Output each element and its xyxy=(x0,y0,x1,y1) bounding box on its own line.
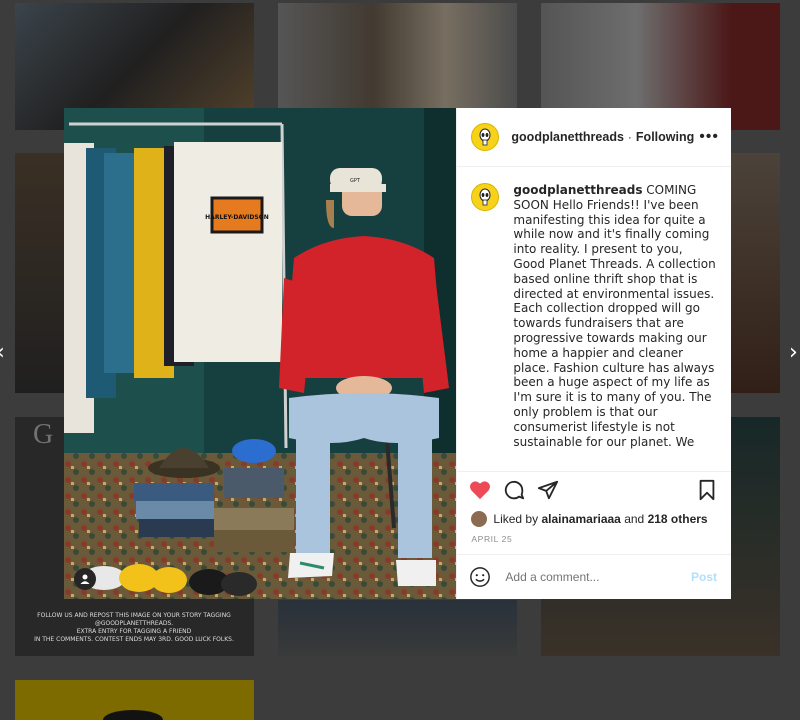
post-date[interactable]: APRIL 25 xyxy=(457,530,731,554)
like-heart-icon[interactable] xyxy=(469,480,491,500)
comment-input[interactable] xyxy=(503,569,691,585)
liked-by-user[interactable]: alainamariaaa xyxy=(541,512,620,526)
avatar[interactable] xyxy=(471,123,500,151)
liked-by-prefix: Liked by xyxy=(493,512,539,526)
likes-summary: Liked by alainamariaaa and 218 others xyxy=(457,508,731,530)
share-icon[interactable] xyxy=(537,479,559,501)
caption-section: goodplanetthreads COMING SOON Hello Frie… xyxy=(457,167,731,471)
emoji-icon[interactable] xyxy=(469,566,491,588)
comment-icon[interactable] xyxy=(503,479,525,501)
tagged-users-icon[interactable] xyxy=(74,568,96,590)
following-button[interactable]: Following xyxy=(636,130,694,144)
comment-box: Post xyxy=(457,554,731,599)
photo-illustration: HARLEY-DAVIDSON GPT xyxy=(64,108,457,599)
separator-dot: · xyxy=(627,130,632,144)
hat-text: GPT xyxy=(350,178,361,184)
save-bookmark-icon[interactable] xyxy=(697,479,717,501)
action-bar xyxy=(457,471,731,508)
caption-text: goodplanetthreads COMING SOON Hello Frie… xyxy=(513,183,717,471)
contest-promo-text: FOLLOW US AND REPOST THIS IMAGE ON YOUR … xyxy=(34,612,234,643)
avatar[interactable] xyxy=(471,183,500,211)
post-modal: HARLEY-DAVIDSON GPT goodplanetthreads · … xyxy=(64,108,731,599)
liker-avatar[interactable] xyxy=(471,511,488,527)
more-options-icon[interactable]: ••• xyxy=(699,128,719,146)
liked-by-others[interactable]: 218 others xyxy=(648,512,708,526)
caption-username[interactable]: goodplanetthreads xyxy=(513,183,642,197)
alien-logo-icon xyxy=(479,128,491,146)
liked-by-and: and xyxy=(624,512,645,526)
post-photo[interactable]: HARLEY-DAVIDSON GPT xyxy=(64,108,457,599)
next-post-arrow-icon[interactable]: › xyxy=(789,340,798,365)
post-header: goodplanetthreads · Following ••• xyxy=(457,108,731,167)
post-comment-button[interactable]: Post xyxy=(691,570,717,584)
post-details-panel: goodplanetthreads · Following ••• goodpl… xyxy=(456,108,731,599)
shirt-logo-text: HARLEY-DAVIDSON xyxy=(205,214,269,221)
header-username[interactable]: goodplanetthreads xyxy=(511,130,624,144)
previous-post-arrow-icon[interactable]: ‹ xyxy=(0,340,5,365)
alien-logo-icon xyxy=(479,188,491,206)
caption-body: COMING SOON Hello Friends!! I've been ma… xyxy=(513,183,716,449)
